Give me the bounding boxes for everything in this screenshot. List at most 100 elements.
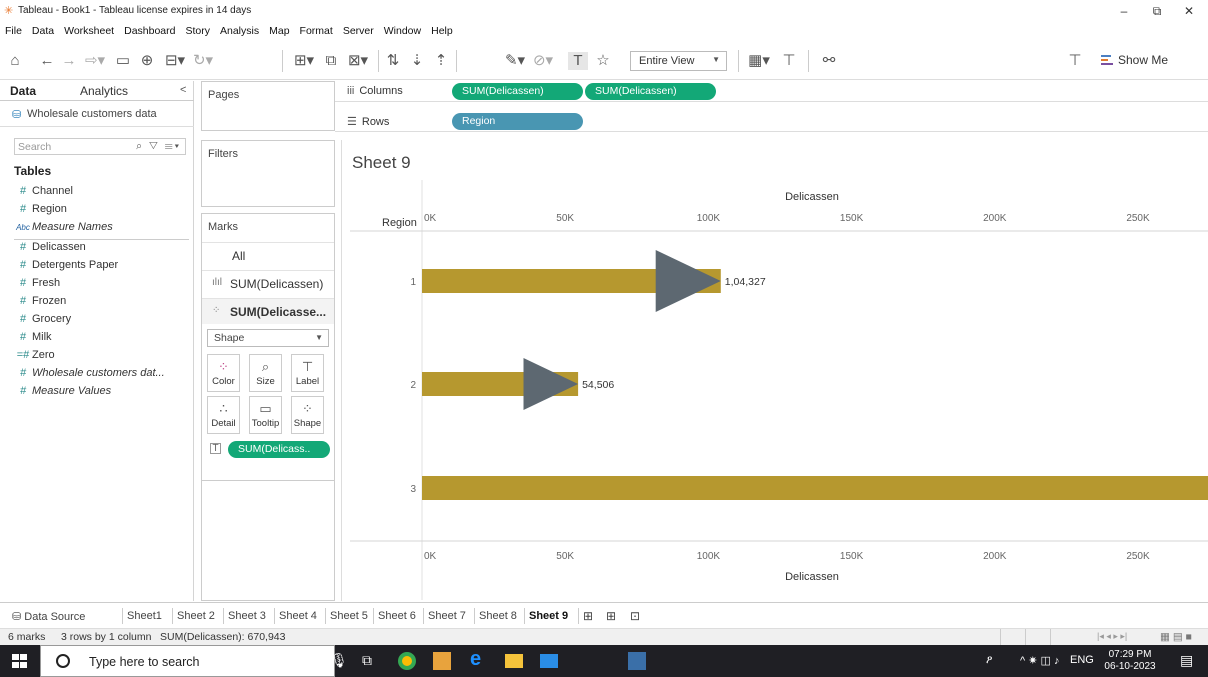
menu-server[interactable]: Server — [343, 22, 374, 40]
save-icon[interactable]: ▭ — [114, 52, 132, 70]
columns-pill-1[interactable]: SUM(Delicassen) — [452, 83, 583, 100]
search-input[interactable]: Search ⌕ ▽ ☰▾ — [14, 138, 186, 155]
chrome-icon[interactable] — [398, 652, 416, 670]
field-item[interactable]: # Grocery — [14, 313, 71, 331]
data-source-tab[interactable]: ⛁ Data Source — [12, 610, 85, 623]
close-button[interactable]: ✕ — [1172, 2, 1206, 20]
sheet-tab[interactable]: Sheet 8 — [474, 608, 517, 624]
field-item[interactable]: # Measure Values — [14, 385, 111, 403]
filters-card[interactable]: Filters — [201, 140, 335, 207]
search-filter-view-icons[interactable]: ⌕ ▽ ☰▾ — [136, 140, 181, 153]
menu-format[interactable]: Format — [300, 22, 333, 40]
edge-icon[interactable]: e — [470, 648, 481, 671]
menu-dashboard[interactable]: Dashboard — [124, 22, 175, 40]
sheet-tab[interactable]: Sheet 4 — [274, 608, 317, 624]
fit-icon[interactable]: ▦▾ — [744, 52, 774, 70]
detail-button[interactable]: ∴ Detail — [207, 396, 240, 434]
clock[interactable]: 07:29 PM 06-10-2023 — [1100, 649, 1160, 673]
task-view-icon[interactable]: ⧉ — [362, 652, 372, 669]
field-item[interactable]: Abc Measure Names — [14, 221, 113, 239]
minimize-button[interactable]: – — [1107, 2, 1141, 20]
windows-start-icon[interactable] — [12, 654, 28, 669]
field-item[interactable]: # Milk — [14, 331, 52, 349]
presentation-icon[interactable]: ⊤ — [780, 52, 798, 70]
new-dashboard-icon[interactable]: ⊞ — [602, 608, 616, 624]
notification-icon[interactable]: ▤ — [1180, 652, 1193, 669]
rows-shelf[interactable]: ☰ Rows Region — [335, 111, 1208, 132]
pin-toolbar-icon[interactable]: ⊤ — [1066, 52, 1084, 70]
field-item[interactable]: # Channel — [14, 185, 73, 203]
columns-pill-2[interactable]: SUM(Delicassen) — [585, 83, 716, 100]
people-icon[interactable]: ዖ — [986, 654, 992, 667]
field-item[interactable]: # Frozen — [14, 295, 66, 313]
tab-data[interactable]: Data — [10, 84, 36, 98]
file-explorer-icon[interactable] — [505, 654, 523, 668]
menu-analysis[interactable]: Analysis — [220, 22, 259, 40]
sheet-tab[interactable]: Sheet 5 — [325, 608, 368, 624]
sheet-tab[interactable]: Sheet 6 — [373, 608, 416, 624]
swap-icon[interactable]: ⇅ — [384, 52, 402, 70]
marks-sum-bar-row[interactable]: ılıl SUM(Delicassen) — [202, 270, 334, 296]
forward-icon[interactable]: → — [60, 52, 78, 70]
sort-asc-icon[interactable]: ⇣ — [408, 52, 426, 70]
label-button[interactable]: ⊤ Label — [291, 354, 324, 392]
menu-window[interactable]: Window — [384, 22, 421, 40]
menu-file[interactable]: File — [5, 22, 22, 40]
view-size-select[interactable]: Entire View ▼ — [630, 51, 727, 71]
tray-icons[interactable]: ^ ✷ ◫ ♪ — [1020, 654, 1059, 667]
back-icon[interactable]: ← — [38, 52, 56, 70]
data-source-item[interactable]: ⛁ Wholesale customers data — [0, 101, 194, 127]
home-icon[interactable]: ⌂ — [6, 52, 24, 70]
new-datasource-icon[interactable]: ⊕ — [138, 52, 156, 70]
store-icon[interactable] — [433, 652, 451, 670]
collapse-pane-button[interactable]: < — [180, 84, 186, 96]
new-sheet-icon[interactable]: ⊞▾ — [290, 52, 318, 70]
share-icon[interactable]: ⚯ — [820, 52, 838, 70]
new-story-icon[interactable]: ⊡ — [626, 608, 640, 624]
show-me-button[interactable]: Show Me — [1118, 53, 1168, 67]
field-item[interactable]: # Detergents Paper — [14, 259, 118, 277]
tab-analytics[interactable]: Analytics — [80, 84, 128, 98]
color-button[interactable]: ⁘ Color — [207, 354, 240, 392]
marks-all-row[interactable]: All — [202, 242, 334, 268]
field-item[interactable]: # Fresh — [14, 277, 60, 295]
label-pill[interactable]: SUM(Delicass.. — [228, 441, 330, 458]
sheet-tab[interactable]: Sheet 3 — [223, 608, 266, 624]
columns-shelf[interactable]: iii Columns SUM(Delicassen) SUM(Delicasse… — [335, 81, 1208, 102]
tooltip-button[interactable]: ▭ Tooltip — [249, 396, 282, 434]
menu-story[interactable]: Story — [185, 22, 210, 40]
field-item[interactable]: # Delicassen — [14, 241, 86, 259]
show-me-icon[interactable] — [1101, 54, 1113, 66]
tableau-taskbar-icon[interactable] — [628, 652, 646, 670]
sheet-nav-icons[interactable]: |◂ ◂ ▸ ▸| — [1097, 631, 1127, 642]
sheet-tab[interactable]: Sheet 7 — [423, 608, 466, 624]
rows-pill-region[interactable]: Region — [452, 113, 583, 130]
sheet-tab[interactable]: Sheet1 — [122, 608, 162, 624]
menu-help[interactable]: Help — [431, 22, 453, 40]
shape-button[interactable]: ⁘ Shape — [291, 396, 324, 434]
pause-icon[interactable]: ⊟▾ — [162, 52, 188, 70]
refresh-icon[interactable]: ↻▾ — [190, 52, 216, 70]
menu-map[interactable]: Map — [269, 22, 289, 40]
duplicate-sheet-icon[interactable]: ⧉ — [322, 52, 340, 70]
mark-type-select[interactable]: Shape ▼ — [207, 329, 329, 347]
marks-sum-shape-row[interactable]: ⁘ SUM(Delicasse... — [202, 298, 334, 324]
mail-icon[interactable] — [540, 654, 558, 668]
microphone-icon[interactable]: 🎙 — [330, 652, 348, 669]
taskbar-search-input[interactable]: Type here to search — [40, 645, 335, 677]
restore-button[interactable]: ⧉ — [1140, 2, 1174, 20]
sort-desc-icon[interactable]: ⇡ — [432, 52, 450, 70]
new-worksheet-icon[interactable]: ⊞ — [578, 608, 593, 624]
clear-sheet-icon[interactable]: ⊠▾ — [344, 52, 372, 70]
redo-icon[interactable]: ⇨▾ — [82, 52, 108, 70]
sheet-tab[interactable]: Sheet 9 — [524, 608, 568, 624]
menu-data[interactable]: Data — [32, 22, 54, 40]
group-icon[interactable]: ⊘▾ — [530, 52, 556, 70]
size-button[interactable]: ⌕ Size — [249, 354, 282, 392]
labels-icon[interactable]: T — [568, 52, 588, 70]
highlight-icon[interactable]: ✎▾ — [502, 52, 528, 70]
menu-worksheet[interactable]: Worksheet — [64, 22, 114, 40]
pin-icon[interactable]: ☆ — [594, 52, 612, 70]
language-indicator[interactable]: ENG — [1070, 654, 1094, 666]
view-toggle-icons[interactable]: ▦ ▤ ■ — [1160, 631, 1192, 643]
